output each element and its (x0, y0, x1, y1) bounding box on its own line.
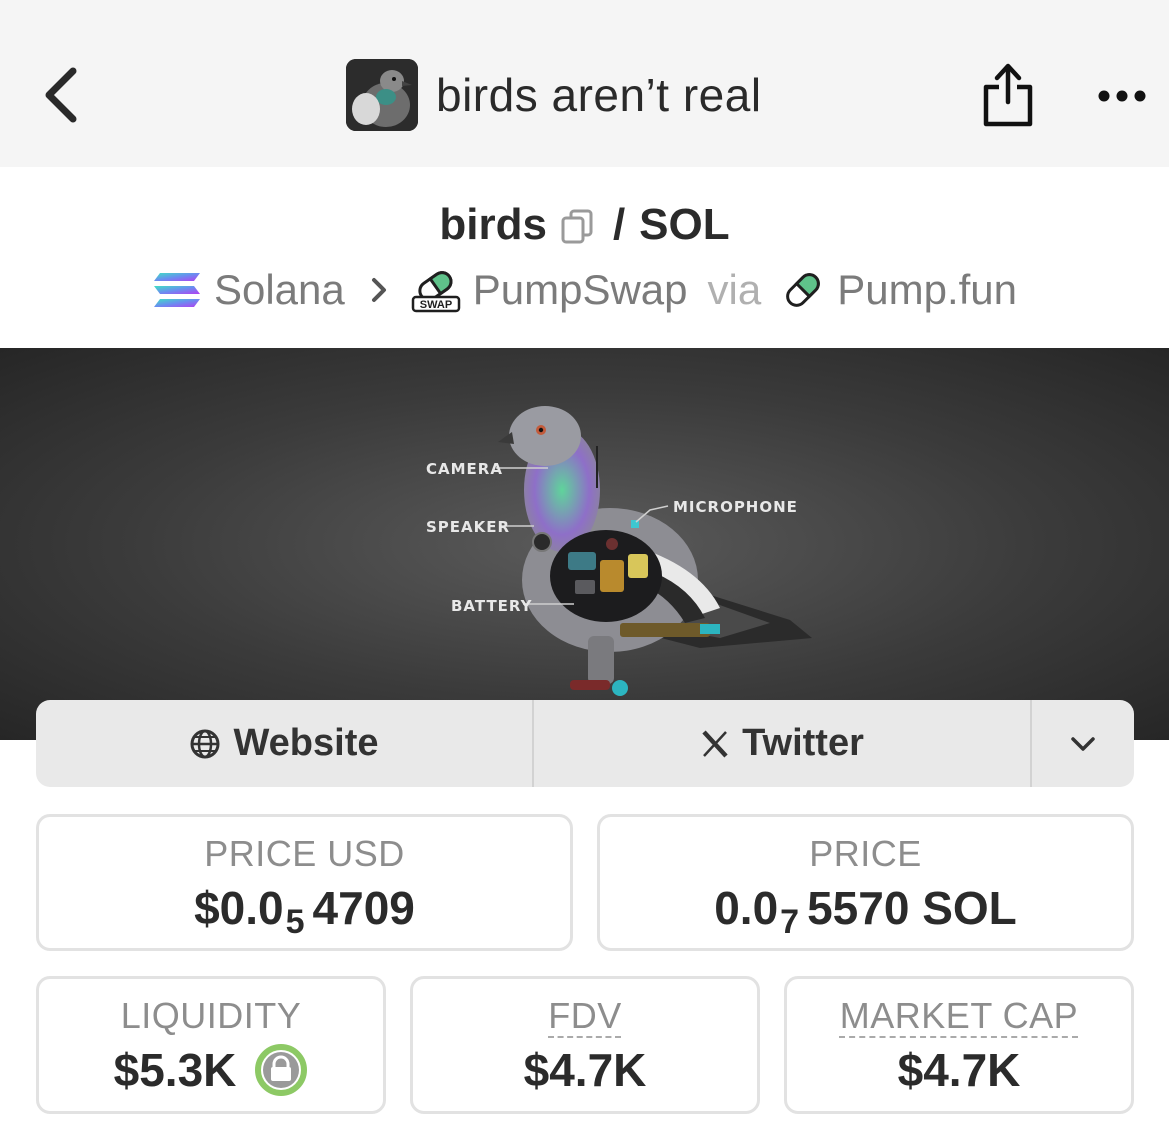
fdv-value: $4.7K (523, 1044, 647, 1096)
price-usd-prefix: $0.0 (194, 882, 284, 934)
price-usd-label: PRICE USD (204, 833, 405, 874)
back-button[interactable] (36, 62, 86, 128)
microphone-label: MICROPHONE (673, 498, 798, 516)
launchpad-link[interactable]: Pump.fun (837, 266, 1017, 314)
share-button[interactable] (980, 58, 1036, 132)
market-cap-card: MARKET CAP $4.7K (784, 976, 1134, 1114)
globe-icon (189, 728, 221, 760)
liquidity-value: $5.3K (113, 1044, 237, 1096)
token-title: birds aren’t real (346, 58, 762, 132)
page-title: birds aren’t real (436, 69, 762, 121)
website-button[interactable]: Website (36, 700, 534, 787)
more-horizontal-icon (1098, 90, 1146, 102)
fdv-card: FDV $4.7K (410, 976, 760, 1114)
pair-separator: / (612, 200, 626, 249)
via-label: via (707, 266, 762, 313)
top-navigation-bar: birds aren’t real (0, 0, 1169, 167)
twitter-label: Twitter (742, 722, 864, 764)
chevron-right-icon (369, 275, 389, 305)
battery-label: BATTERY (451, 597, 533, 615)
x-logo-icon (700, 729, 730, 759)
quote-token-symbol: SOL (639, 200, 730, 249)
social-links-bar: Website Twitter (36, 700, 1134, 787)
pumpfun-pill-icon (781, 268, 825, 312)
speaker-label: SPEAKER (426, 518, 511, 536)
price-native-zero-count: 7 (780, 902, 800, 941)
breadcrumb: Solana SWAP PumpSwap via Pump.fun (0, 262, 1169, 318)
price-native-prefix: 0.0 (714, 882, 779, 934)
chain-link[interactable]: Solana (214, 266, 345, 314)
price-usd-digits: 4709 (312, 882, 415, 934)
dex-link[interactable]: PumpSwap (473, 266, 688, 314)
market-cap-label[interactable]: MARKET CAP (787, 995, 1131, 1037)
price-usd-zero-count: 5 (285, 902, 305, 941)
market-cap-label-text: MARKET CAP (839, 995, 1079, 1036)
price-native-label: PRICE (809, 833, 922, 874)
price-usd-card: PRICE USD $0.0 5 4709 (36, 814, 573, 951)
solana-icon (152, 270, 202, 310)
fdv-label[interactable]: FDV (413, 995, 757, 1037)
price-native-card: PRICE 0.0 7 5570 SOL (597, 814, 1134, 951)
base-token-symbol: birds (439, 200, 547, 249)
token-banner-image: CAMERA SPEAKER BATTERY MICROPHONE (0, 348, 1169, 740)
pair-heading: birds / SOL (0, 196, 1169, 254)
camera-label: CAMERA (426, 460, 503, 478)
lock-icon[interactable] (254, 1043, 308, 1097)
market-cap-value: $4.7K (897, 1044, 1021, 1096)
twitter-button[interactable]: Twitter (534, 700, 1032, 787)
chevron-down-icon (1071, 736, 1095, 751)
liquidity-card: LIQUIDITY $5.3K (36, 976, 386, 1114)
fdv-label-text: FDV (548, 995, 622, 1036)
token-avatar (346, 59, 418, 131)
svg-text:SWAP: SWAP (420, 299, 452, 311)
liquidity-value-row: $5.3K (39, 1043, 383, 1097)
price-usd-value: $0.0 5 4709 (39, 881, 570, 941)
price-native-digits: 5570 SOL (807, 882, 1017, 934)
share-icon (983, 63, 1033, 127)
liquidity-label: LIQUIDITY (120, 995, 302, 1036)
chevron-left-icon (45, 67, 77, 123)
price-native-value: 0.0 7 5570 SOL (600, 881, 1131, 941)
copy-icon[interactable] (559, 208, 595, 246)
website-label: Website (233, 722, 379, 764)
more-links-dropdown[interactable] (1032, 700, 1134, 787)
robot-pigeon-illustration (496, 406, 812, 696)
more-options-button[interactable] (1092, 78, 1152, 114)
pumpswap-icon: SWAP (411, 265, 461, 315)
